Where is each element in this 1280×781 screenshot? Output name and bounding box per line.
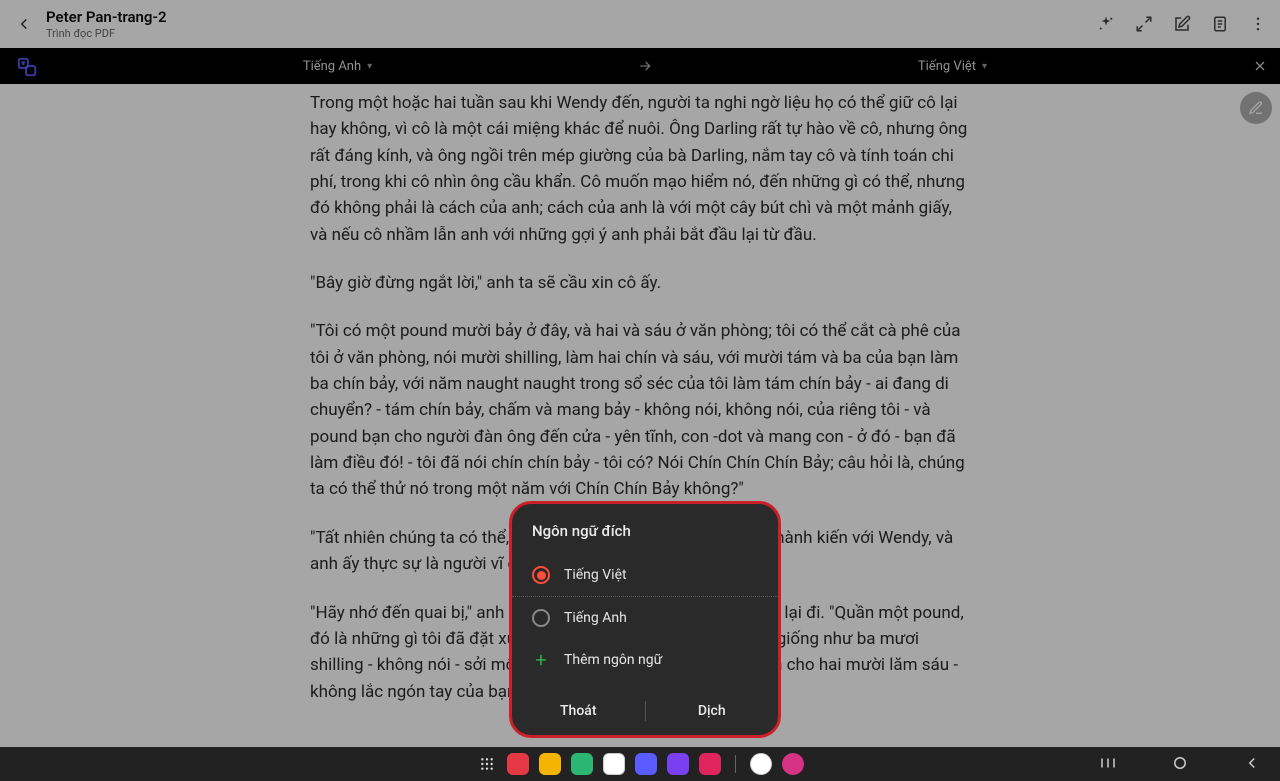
option-add-language[interactable]: + Thêm ngôn ngữ [512,639,778,681]
option-label: Thêm ngôn ngữ [564,652,662,668]
back-nav-icon[interactable] [1242,753,1262,773]
close-icon[interactable] [1240,58,1280,74]
taskbar-app[interactable] [699,753,721,775]
paragraph: "Tôi có một pound mười bảy ở đây, và hai… [310,318,970,502]
paragraph: "Bây giờ đừng ngắt lời," anh ta sẽ cầu x… [310,270,970,296]
taskbar-app[interactable] [782,753,804,775]
document-icon[interactable] [1210,14,1230,34]
header-actions [1096,14,1268,34]
app-root: Peter Pan-trang-2 Trình đọc PDF Tiếng [0,0,1280,781]
taskbar-app[interactable] [635,753,657,775]
target-language-label: Tiếng Việt [918,59,976,74]
source-language-dropdown[interactable]: Tiếng Anh ▾ [50,59,625,74]
edit-fab[interactable] [1240,92,1272,124]
translate-icon[interactable] [16,56,38,78]
option-vietnamese[interactable]: Tiếng Việt [512,554,778,597]
cancel-button[interactable]: Thoát [512,687,645,735]
taskbar-app[interactable] [750,753,772,775]
recents-icon[interactable] [1098,753,1118,773]
taskbar-app[interactable] [667,753,689,775]
taskbar-app[interactable] [603,753,625,775]
confirm-button[interactable]: Dịch [646,687,779,735]
radio-unchecked-icon [532,609,550,627]
taskbar [0,747,1280,781]
more-icon[interactable] [1248,14,1268,34]
radio-checked-icon [532,566,550,584]
header: Peter Pan-trang-2 Trình đọc PDF [0,0,1280,48]
taskbar-app[interactable] [507,753,529,775]
paragraph: Trong một hoặc hai tuần sau khi Wendy đế… [310,90,970,248]
option-english[interactable]: Tiếng Anh [512,597,778,639]
option-label: Tiếng Việt [564,567,627,583]
option-label: Tiếng Anh [564,610,627,626]
language-bar: Tiếng Anh ▾ Tiếng Việt ▾ [0,48,1280,84]
title-block: Peter Pan-trang-2 Trình đọc PDF [46,8,167,40]
taskbar-app[interactable] [539,753,561,775]
nav-buttons [1098,753,1262,773]
chevron-down-icon: ▾ [367,61,372,72]
page-title: Peter Pan-trang-2 [46,8,167,26]
app-drawer-icon[interactable] [477,754,497,774]
sparkle-icon[interactable] [1096,14,1116,34]
swap-arrow-icon[interactable] [625,58,665,74]
home-icon[interactable] [1170,753,1190,773]
taskbar-app[interactable] [571,753,593,775]
plus-icon: + [532,651,550,669]
taskbar-divider [735,755,736,773]
back-icon[interactable] [12,12,36,36]
language-dialog: Ngôn ngữ đích Tiếng Việt Tiếng Anh + Thê… [509,501,781,738]
expand-icon[interactable] [1134,14,1154,34]
source-language-label: Tiếng Anh [303,59,361,74]
chevron-down-icon: ▾ [982,61,987,72]
edit-icon[interactable] [1172,14,1192,34]
dialog-buttons: Thoát Dịch [512,687,778,735]
target-language-dropdown[interactable]: Tiếng Việt ▾ [665,59,1240,74]
page-subtitle: Trình đọc PDF [46,27,167,40]
dialog-title: Ngôn ngữ đích [512,522,778,554]
